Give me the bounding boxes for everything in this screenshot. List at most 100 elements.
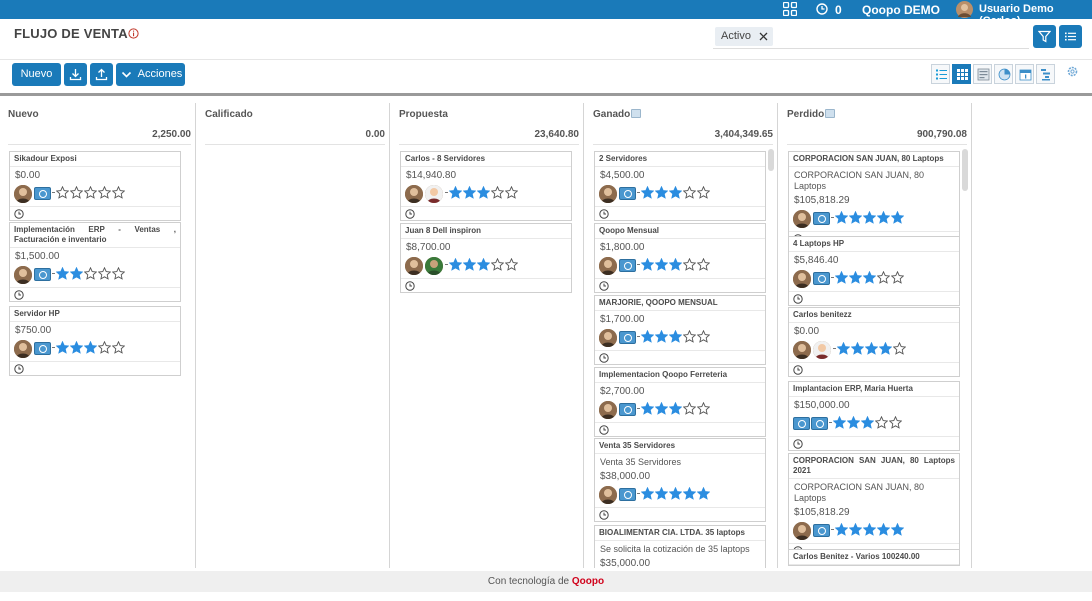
contact-avatar[interactable] — [425, 257, 443, 275]
star-filled-icon[interactable] — [879, 342, 892, 355]
opportunity-card[interactable]: MARJORIE, QOOPO MENSUAL $1,700.00 — [594, 295, 766, 365]
salesperson-avatar[interactable] — [405, 257, 423, 275]
star-empty-icon[interactable] — [56, 186, 69, 199]
opportunity-card[interactable]: Juan 8 Dell inspiron $8,700.00 — [400, 223, 572, 293]
partner-badge-icon[interactable] — [813, 212, 830, 225]
actions-dropdown[interactable]: Acciones — [116, 63, 185, 86]
settings-gear-icon[interactable] — [1067, 66, 1078, 77]
partner-badge-icon[interactable] — [34, 342, 51, 355]
priority-stars[interactable] — [449, 186, 519, 201]
star-filled-icon[interactable] — [891, 211, 904, 224]
star-empty-icon[interactable] — [505, 186, 518, 199]
salesperson-avatar[interactable] — [599, 329, 617, 347]
star-filled-icon[interactable] — [669, 402, 682, 415]
star-filled-icon[interactable] — [84, 341, 97, 354]
star-filled-icon[interactable] — [669, 487, 682, 500]
star-filled-icon[interactable] — [655, 402, 668, 415]
contact-avatar[interactable] — [425, 185, 443, 203]
opportunity-card[interactable]: Implementación ERP - Ventas , Facturació… — [9, 222, 181, 302]
star-empty-icon[interactable] — [697, 258, 710, 271]
salesperson-avatar[interactable] — [14, 185, 32, 203]
star-filled-icon[interactable] — [449, 258, 462, 271]
activity-clock-icon[interactable] — [599, 209, 609, 219]
star-filled-icon[interactable] — [835, 271, 848, 284]
column-fold-icon[interactable] — [631, 109, 642, 118]
partner-badge-icon[interactable] — [619, 259, 636, 272]
priority-stars[interactable] — [641, 186, 711, 201]
clock-icon[interactable] — [816, 3, 828, 15]
star-filled-icon[interactable] — [641, 258, 654, 271]
priority-stars[interactable] — [837, 342, 907, 357]
star-empty-icon[interactable] — [491, 258, 504, 271]
salesperson-avatar[interactable] — [14, 266, 32, 284]
star-empty-icon[interactable] — [875, 416, 888, 429]
star-filled-icon[interactable] — [655, 258, 668, 271]
column-scrollbar[interactable] — [962, 149, 968, 191]
star-filled-icon[interactable] — [56, 267, 69, 280]
column-title[interactable]: Perdido — [787, 109, 836, 120]
partner-badge-icon[interactable] — [34, 187, 51, 200]
star-filled-icon[interactable] — [891, 523, 904, 536]
opportunity-card[interactable]: 2 Servidores $4,500.00 — [594, 151, 766, 221]
star-empty-icon[interactable] — [70, 186, 83, 199]
star-empty-icon[interactable] — [683, 402, 696, 415]
star-filled-icon[interactable] — [847, 416, 860, 429]
partner-badge-icon[interactable] — [619, 331, 636, 344]
star-filled-icon[interactable] — [835, 523, 848, 536]
column-title[interactable]: Propuesta — [399, 109, 448, 120]
star-filled-icon[interactable] — [70, 267, 83, 280]
opportunity-card[interactable]: Implementacion Qoopo Ferreteria $2,700.00 — [594, 367, 766, 437]
star-filled-icon[interactable] — [669, 186, 682, 199]
star-empty-icon[interactable] — [98, 186, 111, 199]
activity-clock-icon[interactable] — [599, 425, 609, 435]
star-filled-icon[interactable] — [849, 523, 862, 536]
activity-clock-icon[interactable] — [14, 209, 24, 219]
priority-stars[interactable] — [833, 416, 903, 431]
gantt-view-button[interactable] — [1036, 64, 1055, 84]
star-filled-icon[interactable] — [849, 211, 862, 224]
activity-clock-icon[interactable] — [793, 294, 803, 304]
calendar-view-button[interactable] — [1015, 64, 1034, 84]
priority-stars[interactable] — [56, 267, 126, 282]
star-empty-icon[interactable] — [893, 342, 906, 355]
salesperson-avatar[interactable] — [599, 486, 617, 504]
partner-badge-icon[interactable] — [811, 417, 828, 430]
form-view-button[interactable] — [973, 64, 992, 84]
star-filled-icon[interactable] — [861, 416, 874, 429]
info-icon[interactable] — [128, 28, 139, 39]
close-icon[interactable] — [758, 31, 769, 42]
partner-badge-icon[interactable] — [619, 403, 636, 416]
filter-toggle-button[interactable] — [1033, 25, 1056, 48]
opportunity-card[interactable]: Servidor HP $750.00 — [9, 306, 181, 376]
column-title[interactable]: Nuevo — [8, 109, 39, 120]
star-filled-icon[interactable] — [683, 487, 696, 500]
opportunity-card[interactable]: Qoopo Mensual $1,800.00 — [594, 223, 766, 293]
star-empty-icon[interactable] — [84, 267, 97, 280]
salesperson-avatar[interactable] — [793, 522, 811, 540]
star-filled-icon[interactable] — [851, 342, 864, 355]
star-filled-icon[interactable] — [835, 211, 848, 224]
star-empty-icon[interactable] — [683, 330, 696, 343]
footer-brand-link[interactable]: Qoopo — [572, 576, 604, 587]
star-filled-icon[interactable] — [477, 258, 490, 271]
column-title[interactable]: Calificado — [205, 109, 253, 120]
star-empty-icon[interactable] — [112, 341, 125, 354]
priority-stars[interactable] — [835, 523, 905, 538]
priority-stars[interactable] — [641, 487, 711, 502]
activity-clock-icon[interactable] — [599, 281, 609, 291]
star-empty-icon[interactable] — [683, 258, 696, 271]
star-filled-icon[interactable] — [697, 487, 710, 500]
salesperson-avatar[interactable] — [599, 257, 617, 275]
opportunity-card[interactable]: BIOALIMENTAR CIA. LTDA. 35 laptops Se sol… — [594, 525, 766, 568]
star-filled-icon[interactable] — [641, 402, 654, 415]
priority-stars[interactable] — [641, 258, 711, 273]
company-switcher[interactable]: Qoopo DEMO — [862, 3, 940, 17]
star-empty-icon[interactable] — [683, 186, 696, 199]
star-empty-icon[interactable] — [505, 258, 518, 271]
star-filled-icon[interactable] — [849, 271, 862, 284]
star-filled-icon[interactable] — [655, 186, 668, 199]
star-empty-icon[interactable] — [98, 267, 111, 280]
star-filled-icon[interactable] — [70, 341, 83, 354]
salesperson-avatar[interactable] — [793, 210, 811, 228]
column-fold-icon[interactable] — [825, 109, 836, 118]
